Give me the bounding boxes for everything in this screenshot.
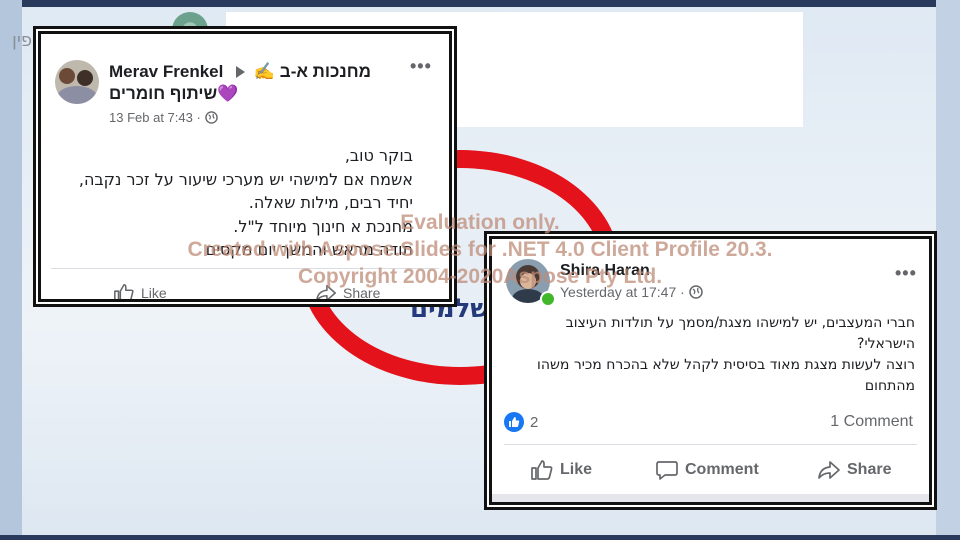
share-button[interactable]: Share [315,282,381,301]
online-status-dot [540,291,556,307]
globe-icon [689,285,703,299]
post-body-line: בוקר טוב, [344,146,413,165]
like-reaction-icon [504,412,524,432]
frame-right-bar [936,0,960,540]
facebook-post-merav: Merav Frenkel מחנכות א-ב ✍ שיתוף חומרים💜… [38,31,452,302]
timestamp-text: Yesterday at 17:47 · [560,284,685,300]
reactions-summary[interactable]: 2 [504,412,538,432]
background-corner-text: פין [12,30,33,51]
post-body-line: אשמח אם למישהי יש מערכי שיעור על זכר נקב… [78,169,413,189]
frame-left-bar [0,0,22,540]
post-body-line: מהתחום [864,378,915,394]
frame-bottom-bar [0,535,960,540]
like-button[interactable]: Like [113,282,167,301]
share-label: Share [847,461,892,478]
share-arrow-icon [818,461,840,479]
group-name[interactable]: מחנכות א-ב ✍ [254,62,371,82]
share-label: Share [343,285,381,301]
post-body-line: הישראלי? [857,336,915,352]
comment-button[interactable]: Comment [655,458,759,482]
share-button[interactable]: Share [817,458,891,482]
comment-bubble-icon [656,461,678,480]
comment-label: Comment [685,461,759,478]
avatar[interactable] [55,60,99,104]
arrow-right-icon [236,66,245,78]
group-name-line2[interactable]: שיתוף חומרים💜 [109,84,238,104]
post-divider [504,444,917,445]
post-author-name[interactable]: Merav Frenkel [109,62,223,82]
post-body: בוקר טוב, אשמח אם למישהי יש מערכי שיעור … [79,144,413,262]
post-bottom-strip [492,494,929,502]
post-body-line: תודה מראש והמשך יום מקסים [205,240,413,259]
like-label: Like [560,461,593,478]
share-arrow-icon [316,284,336,299]
more-options-icon[interactable]: ••• [895,263,917,284]
reactions-count: 2 [530,413,539,431]
post-divider [51,268,439,269]
post-author-name[interactable]: Shira Haran [560,262,650,280]
timestamp-text: 13 Feb at 7:43 · [109,110,201,125]
post-body-line: חברי המעצבים, יש למישהו מצגת/מסמך על תול… [565,315,915,331]
post-timestamp[interactable]: 13 Feb at 7:43 · [109,110,218,125]
thumbs-up-icon [114,283,134,299]
post-body: חברי המעצבים, יש למישהו מצגת/מסמך על תול… [537,313,915,397]
frame-top-bar [0,0,960,7]
like-button[interactable]: Like [530,458,592,482]
globe-icon [205,111,218,124]
facebook-post-shira: Shira Haran Yesterday at 17:47 · ••• חבר… [489,236,932,505]
comments-count[interactable]: 1 Comment [830,413,913,431]
like-label: Like [141,285,167,301]
post-body-line: רוצה לעשות מצגת מאוד בסיסית לקהל שלא בהכ… [537,357,915,373]
post-body-line: יחיד רבים, מילות שאלה. [248,193,413,212]
post-body-line: מחנכת א חינוך מיוחד ל"ל. [233,216,413,236]
post-timestamp[interactable]: Yesterday at 17:47 · [560,284,703,300]
more-options-icon[interactable]: ••• [410,56,432,77]
thumbs-up-icon [531,460,553,480]
